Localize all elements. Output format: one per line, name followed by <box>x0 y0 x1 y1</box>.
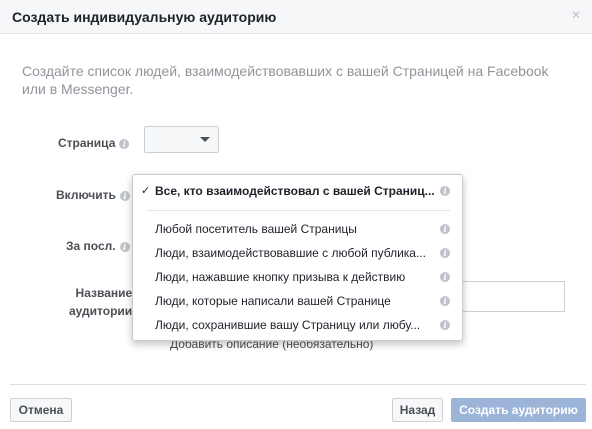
period-label: За посл. <box>66 239 116 253</box>
info-icon[interactable]: i <box>440 224 450 234</box>
page-label: Страница <box>58 136 116 150</box>
include-label-row: Включить i <box>56 188 130 202</box>
info-icon[interactable]: i <box>440 186 450 196</box>
audience-name-input[interactable] <box>460 281 565 312</box>
page-select[interactable] <box>144 126 219 153</box>
info-icon[interactable]: i <box>440 248 450 258</box>
footer-divider <box>10 384 586 385</box>
info-icon[interactable]: i <box>119 138 130 149</box>
dropdown-option[interactable]: Люди, сохранившие вашу Страницу или любу… <box>133 314 462 336</box>
dropdown-option[interactable]: Люди, взаимодействовавшие с любой публик… <box>133 242 462 264</box>
back-button[interactable]: Назад <box>392 398 443 422</box>
cancel-button[interactable]: Отмена <box>10 398 72 422</box>
audience-name-label: Название аудитории <box>69 284 132 320</box>
dropdown-option[interactable]: Люди, которые написали вашей Странице i <box>133 290 462 312</box>
info-icon[interactable]: i <box>119 241 130 252</box>
close-icon[interactable]: × <box>568 8 584 24</box>
dropdown-option[interactable]: Люди, нажавшие кнопку призыва к действию… <box>133 266 462 288</box>
page-label-row: Страница i <box>58 136 130 150</box>
checkmark-icon: ✓ <box>141 185 151 197</box>
create-audience-button[interactable]: Создать аудиторию <box>451 398 586 422</box>
audience-name-label-line1: Название <box>75 286 133 300</box>
dropdown-separator <box>147 210 450 211</box>
dialog-header: Создать индивидуальную аудиторию × <box>0 0 592 34</box>
create-custom-audience-dialog: Создать индивидуальную аудиторию × Созда… <box>0 0 592 429</box>
chevron-down-icon <box>200 137 210 142</box>
info-icon[interactable]: i <box>440 296 450 306</box>
dropdown-option-selected[interactable]: ✓ Все, кто взаимодействовал с вашей Стра… <box>133 180 462 202</box>
dropdown-option-label: Люди, нажавшие кнопку призыва к действию <box>155 270 406 284</box>
dropdown-option-label: Люди, взаимодействовавшие с любой публик… <box>155 246 426 260</box>
dropdown-option-label: Любой посетитель вашей Страницы <box>155 222 357 236</box>
dialog-title: Создать индивидуальную аудиторию <box>12 9 277 25</box>
dropdown-option[interactable]: Любой посетитель вашей Страницы i <box>133 218 462 240</box>
intro-text: Создайте список людей, взаимодействовавш… <box>22 63 549 97</box>
include-dropdown-menu: ✓ Все, кто взаимодействовал с вашей Стра… <box>132 174 463 341</box>
dropdown-option-label: Люди, которые написали вашей Странице <box>155 294 391 308</box>
info-icon[interactable]: i <box>119 190 130 201</box>
include-label: Включить <box>56 188 116 202</box>
info-icon[interactable]: i <box>440 320 450 330</box>
dropdown-option-label: Люди, сохранившие вашу Страницу или любу… <box>155 318 421 332</box>
audience-name-label-line2: аудитории <box>69 304 133 318</box>
period-label-row: За посл. i <box>66 239 130 253</box>
dropdown-option-label: Все, кто взаимодействовал с вашей Страни… <box>155 184 435 198</box>
info-icon[interactable]: i <box>440 272 450 282</box>
